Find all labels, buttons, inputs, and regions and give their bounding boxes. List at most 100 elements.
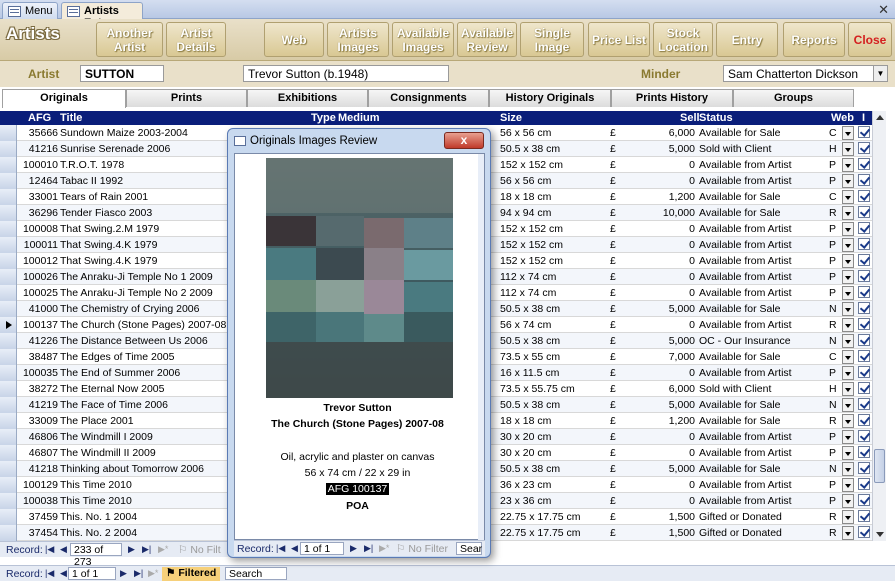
cell-title[interactable]: Tender Fiasco 2003 [60,207,230,219]
cell-web[interactable]: P [829,255,839,267]
include-checkbox[interactable] [858,462,870,474]
record-selector[interactable] [0,397,17,413]
include-checkbox[interactable] [858,190,870,202]
cell-title[interactable]: Sundown Maize 2003-2004 [60,127,230,139]
include-checkbox[interactable] [858,222,870,234]
cell-afg[interactable]: 38272 [18,383,58,395]
record-selector[interactable] [0,221,17,237]
record-selector[interactable] [0,173,17,189]
include-checkbox[interactable] [858,382,870,394]
prev-record-icon[interactable]: ◀ [60,544,67,555]
cell-size[interactable]: 152 x 152 cm [500,223,610,235]
first-record-icon[interactable]: |◀ [45,568,54,579]
record-selector[interactable] [0,525,17,541]
cell-afg[interactable]: 41219 [18,399,58,411]
cell-web[interactable]: N [829,335,839,347]
cell-title[interactable]: The Eternal Now 2005 [60,383,230,395]
cell-status[interactable]: Available from Artist [699,431,824,443]
chevron-down-icon[interactable] [842,350,854,364]
cell-sell[interactable]: 0 [620,479,695,491]
cell-web[interactable]: N [829,463,839,475]
cell-afg[interactable]: 100026 [18,271,58,283]
chevron-down-icon[interactable] [842,142,854,156]
cell-title[interactable]: The Distance Between Us 2006 [60,335,230,347]
chevron-down-icon[interactable] [842,430,854,444]
first-record-icon[interactable]: |◀ [45,544,54,555]
col-type[interactable]: Type [311,112,336,124]
chevron-down-icon[interactable] [842,526,854,540]
record-selector[interactable] [0,125,17,141]
include-checkbox[interactable] [858,174,870,186]
chevron-down-icon[interactable] [842,510,854,524]
tab-exhibitions[interactable]: Exhibitions [247,89,368,107]
record-selector[interactable] [0,461,17,477]
cell-title[interactable]: The Place 2001 [60,415,230,427]
stock-location-button[interactable]: Stock Location [653,22,713,57]
cell-size[interactable]: 112 x 74 cm [500,271,610,283]
filter-toggle[interactable]: ⚑ Filtered [162,567,221,581]
cell-title[interactable]: The Chemistry of Crying 2006 [60,303,230,315]
cell-sell[interactable]: 0 [620,223,695,235]
cell-sell[interactable]: 0 [620,495,695,507]
new-record-icon[interactable]: ▶* [148,568,158,579]
cell-sell[interactable]: 1,200 [620,415,695,427]
artists-images-button[interactable]: Artists Images [327,22,389,57]
record-number-field[interactable]: 233 of 273 [70,543,122,568]
cell-afg[interactable]: 100038 [18,495,58,507]
cell-afg[interactable]: 100011 [18,239,58,251]
col-i[interactable]: I [862,112,865,124]
scroll-down-icon[interactable] [876,532,884,537]
chevron-down-icon[interactable] [842,174,854,188]
tab-menu[interactable]: Menu [2,2,58,19]
cell-sell[interactable]: 0 [620,271,695,283]
cell-web[interactable]: C [829,127,839,139]
cell-size[interactable]: 30 x 20 cm [500,431,610,443]
chevron-down-icon[interactable] [842,222,854,236]
include-checkbox[interactable] [858,142,870,154]
col-title[interactable]: Title [60,112,82,124]
next-record-icon[interactable]: ▶ [120,568,127,579]
cell-status[interactable]: Available from Artist [699,223,824,235]
cell-web[interactable]: P [829,367,839,379]
cell-sell[interactable]: 1,200 [620,191,695,203]
first-record-icon[interactable]: |◀ [276,543,285,554]
cell-title[interactable]: That Swing.4.K 1979 [60,255,230,267]
chevron-down-icon[interactable] [842,302,854,316]
chevron-down-icon[interactable] [842,254,854,268]
cell-title[interactable]: That Swing.4.K 1979 [60,239,230,251]
include-checkbox[interactable] [858,510,870,522]
include-checkbox[interactable] [858,302,870,314]
chevron-down-icon[interactable] [842,286,854,300]
record-selector[interactable] [0,253,17,269]
record-selector[interactable] [0,413,17,429]
cell-afg[interactable]: 100129 [18,479,58,491]
cell-sell[interactable]: 7,000 [620,351,695,363]
cell-afg[interactable]: 100035 [18,367,58,379]
col-afg[interactable]: AFG [28,112,51,124]
cell-afg[interactable]: 100008 [18,223,58,235]
include-checkbox[interactable] [858,526,870,538]
last-record-icon[interactable]: ▶| [364,543,373,554]
cell-title[interactable]: This Time 2010 [60,479,230,491]
cell-sell[interactable]: 1,500 [620,511,695,523]
cell-size[interactable]: 18 x 18 cm [500,415,610,427]
cell-web[interactable]: P [829,287,839,299]
minder-select[interactable]: Sam Chatterton Dickson ▼ [723,65,888,82]
record-selector[interactable] [0,317,17,333]
record-selector[interactable] [0,285,17,301]
cell-sell[interactable]: 5,000 [620,143,695,155]
cell-sell[interactable]: 1,500 [620,527,695,539]
record-selector[interactable] [0,493,17,509]
tab-originals[interactable]: Originals [2,89,126,108]
cell-title[interactable]: The End of Summer 2006 [60,367,230,379]
cell-size[interactable]: 112 x 74 cm [500,287,610,299]
cell-sell[interactable]: 0 [620,159,695,171]
chevron-down-icon[interactable] [842,398,854,412]
record-selector[interactable] [0,141,17,157]
cell-sell[interactable]: 0 [620,239,695,251]
cell-web[interactable]: P [829,495,839,507]
cell-size[interactable]: 56 x 74 cm [500,319,610,331]
cell-size[interactable]: 22.75 x 17.75 cm [500,527,610,539]
cell-size[interactable]: 30 x 20 cm [500,447,610,459]
cell-status[interactable]: Available from Artist [699,255,824,267]
